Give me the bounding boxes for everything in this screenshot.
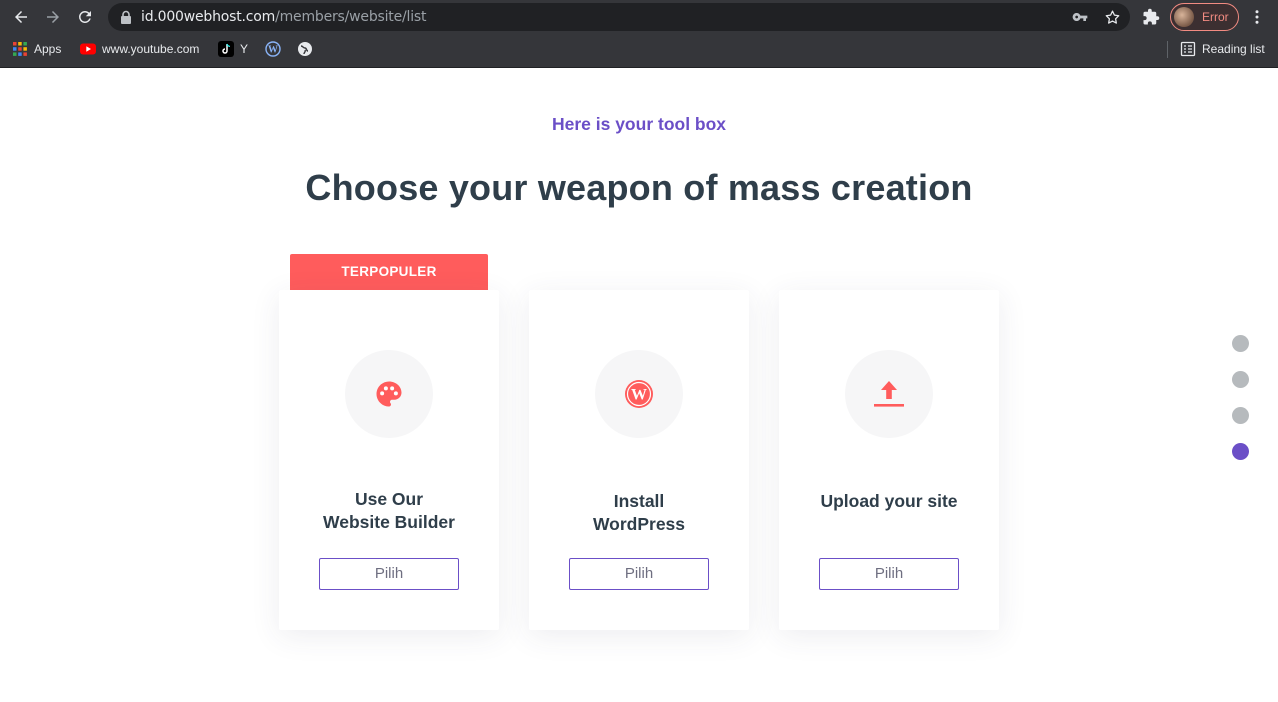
star-icon	[1105, 9, 1119, 24]
card-upload-site: Upload your site Pilih	[779, 290, 999, 630]
card-title-line: WordPress	[592, 514, 686, 534]
password-key-button[interactable]	[1071, 8, 1089, 26]
section-eyebrow: Here is your tool box	[551, 114, 727, 134]
palette-icon	[376, 381, 402, 407]
back-button[interactable]	[9, 5, 33, 29]
forward-arrow-icon	[47, 11, 59, 23]
bookmark-divider	[1167, 41, 1168, 58]
bookmarks-bar: Apps www.youtube.com Y W Reading list	[0, 34, 1278, 64]
lock-icon	[121, 10, 131, 24]
extensions-puzzle-icon[interactable]	[1142, 8, 1160, 26]
pager-dot[interactable]	[1232, 335, 1249, 352]
card-title: Use Our Website Builder	[289, 488, 489, 534]
choose-wordpress-button[interactable]: Pilih	[569, 558, 709, 590]
reload-button[interactable]	[73, 5, 97, 29]
browser-toolbar: id.000webhost.com/members/website/list E…	[0, 0, 1278, 34]
bookmark-youtube[interactable]: www.youtube.com	[80, 40, 199, 58]
card-title-line: Install	[613, 491, 665, 511]
url-path: /members/website/list	[275, 9, 427, 25]
profile-status: Error	[1202, 10, 1229, 24]
card-title: Upload your site	[789, 490, 989, 513]
avatar	[1174, 7, 1194, 27]
url-host: id.000webhost.com	[141, 9, 276, 25]
key-icon	[1072, 13, 1088, 21]
pager-dot[interactable]	[1232, 443, 1249, 460]
kebab-menu-icon[interactable]	[1248, 8, 1266, 26]
back-arrow-icon	[15, 11, 27, 23]
bookmark-wordpress[interactable]: W	[265, 40, 281, 58]
wordpress-icon: W	[265, 41, 281, 57]
svg-text:W: W	[268, 45, 278, 56]
card-title-line: Use Our	[354, 489, 424, 509]
pager-dot[interactable]	[1232, 371, 1249, 388]
url-text: id.000webhost.com/members/website/list	[141, 9, 426, 25]
pager-dot[interactable]	[1232, 407, 1249, 424]
browser-chrome: id.000webhost.com/members/website/list E…	[0, 0, 1278, 68]
tiktok-icon	[218, 41, 234, 57]
bookmark-label: Y	[240, 42, 249, 56]
apps-grid-icon	[13, 42, 27, 56]
reading-list-button[interactable]: Reading list	[1180, 40, 1265, 58]
bookmark-star-button[interactable]	[1103, 8, 1121, 26]
page-title: Choose your weapon of mass creation	[305, 167, 973, 208]
profile-button[interactable]: Error	[1170, 3, 1239, 31]
reading-list-label: Reading list	[1202, 42, 1265, 56]
upload-icon	[874, 381, 904, 407]
bookmark-apps[interactable]: Apps	[12, 40, 61, 58]
card-install-wordpress: W Install WordPress Pilih	[529, 290, 749, 630]
card-icon-circle	[345, 350, 433, 438]
bookmark-label: Apps	[34, 42, 62, 56]
bookmark-globe[interactable]	[297, 40, 313, 58]
youtube-icon	[80, 43, 96, 55]
card-icon-circle	[845, 350, 933, 438]
bookmark-label: www.youtube.com	[102, 42, 200, 56]
globe-icon	[298, 42, 312, 56]
wordpress-icon: W	[625, 380, 653, 408]
reading-list-icon	[1180, 41, 1196, 57]
card-title: Install WordPress	[539, 490, 739, 536]
card-title-line: Upload your site	[820, 491, 958, 511]
card-icon-circle: W	[595, 350, 683, 438]
card-title-line: Website Builder	[323, 512, 455, 532]
card-website-builder: Use Our Website Builder Pilih	[279, 290, 499, 630]
popular-badge: TERPOPULER	[290, 254, 488, 290]
reload-icon	[78, 10, 91, 23]
choose-builder-button[interactable]: Pilih	[319, 558, 459, 590]
address-bar[interactable]: id.000webhost.com/members/website/list	[108, 3, 1130, 31]
choose-upload-button[interactable]: Pilih	[819, 558, 959, 590]
forward-button[interactable]	[41, 5, 65, 29]
bookmark-tiktok[interactable]: Y	[218, 40, 248, 58]
svg-text:W: W	[631, 387, 647, 404]
